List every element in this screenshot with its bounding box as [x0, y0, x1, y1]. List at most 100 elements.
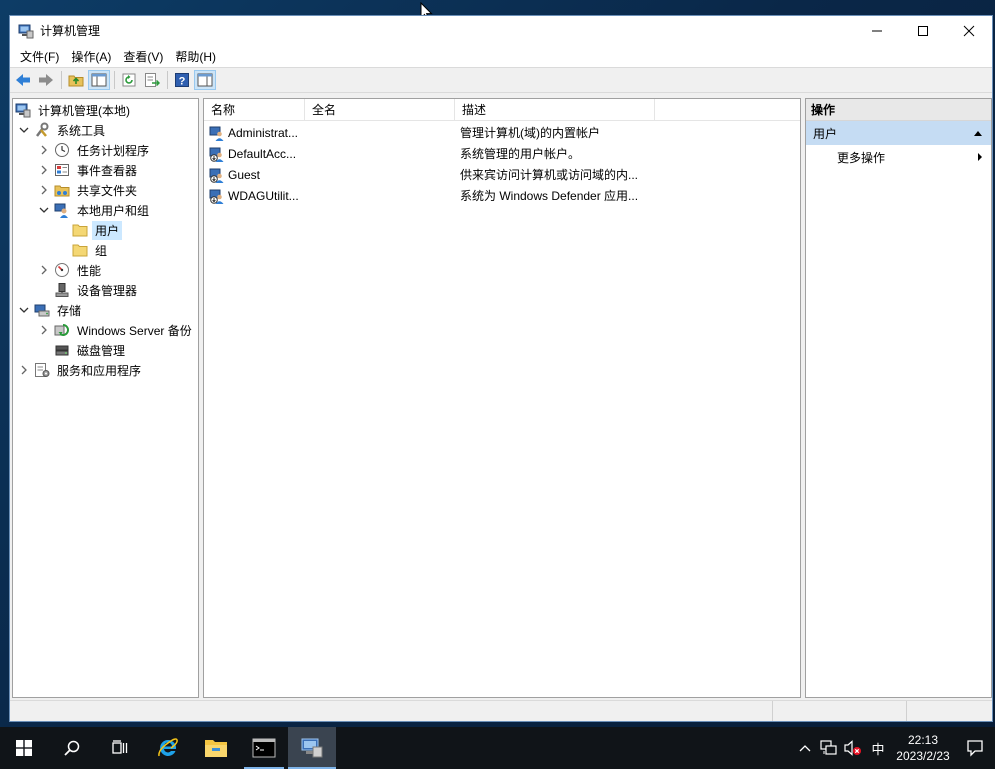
up-folder-icon: [68, 75, 84, 87]
tree-item-storage[interactable]: 存储: [17, 300, 84, 320]
title-bar[interactable]: 计算机管理: [10, 16, 992, 45]
tree-item-task-scheduler[interactable]: 任务计划程序: [37, 140, 152, 160]
maximize-button[interactable]: [900, 16, 946, 45]
list-row[interactable]: Administrat... 管理计算机(域)的内置帐户: [204, 122, 800, 143]
more-actions-item[interactable]: 更多操作: [806, 145, 991, 169]
chevron-down-icon[interactable]: [17, 123, 31, 137]
actions-section-label: 用户: [813, 126, 838, 141]
search-button[interactable]: [48, 727, 96, 769]
disk-icon: [54, 342, 70, 358]
volume-tray-button[interactable]: [841, 727, 865, 769]
clock[interactable]: 22:13 2023/2/23: [891, 732, 955, 764]
tree-item-services-apps[interactable]: 服务和应用程序: [17, 360, 144, 380]
minimize-button[interactable]: [854, 16, 900, 45]
chevron-right-icon[interactable]: [37, 183, 51, 197]
task-view-button[interactable]: [96, 727, 144, 769]
back-button[interactable]: [12, 70, 34, 90]
tree-label: 共享文件夹: [77, 183, 138, 198]
tree-item-performance[interactable]: 性能: [37, 260, 104, 280]
actions-pane: 操作 用户 更多操作: [805, 98, 992, 698]
users-list[interactable]: 名称 全名 描述 Administrat... 管理计算机(域)的内置帐户 De…: [203, 98, 801, 698]
chevron-down-icon[interactable]: [37, 203, 51, 217]
action-center-button[interactable]: [955, 727, 995, 769]
menu-help[interactable]: 帮助(H): [169, 46, 222, 67]
tree-item-groups[interactable]: 组: [55, 240, 110, 260]
list-row[interactable]: WDAGUtilit... 系统为 Windows Defender 应用...: [204, 185, 800, 206]
tree-label: 本地用户和组: [77, 203, 150, 218]
refresh-button[interactable]: [118, 70, 140, 90]
help-button[interactable]: ?: [171, 70, 193, 90]
tree-item-event-viewer[interactable]: 事件查看器: [37, 160, 140, 180]
windows-logo-icon: [16, 740, 32, 756]
svg-text:?: ?: [179, 76, 186, 88]
taskbar-command-prompt[interactable]: [240, 727, 288, 769]
disabled-user-icon: [209, 189, 224, 204]
export-list-button[interactable]: [141, 70, 163, 90]
submenu-arrow-icon: [978, 153, 982, 161]
tree-label: 任务计划程序: [77, 143, 150, 158]
forward-button[interactable]: [35, 70, 57, 90]
close-button[interactable]: [946, 16, 992, 45]
user-description: 管理计算机(域)的内置帐户: [460, 126, 600, 140]
chevron-down-icon[interactable]: [17, 303, 31, 317]
command-prompt-icon: [252, 738, 276, 758]
menu-file[interactable]: 文件(F): [14, 46, 65, 67]
toolbar-separator: [61, 71, 62, 89]
up-level-button[interactable]: [65, 70, 87, 90]
start-button[interactable]: [0, 727, 48, 769]
tree-item-users[interactable]: 用户: [55, 220, 123, 240]
computer-management-icon: [15, 102, 31, 118]
show-hidden-icons-button[interactable]: [793, 727, 817, 769]
toolbar-separator: [114, 71, 115, 89]
window-title: 计算机管理: [40, 24, 101, 38]
tree-label: 计算机管理(本地): [38, 103, 130, 118]
tree-item-root[interactable]: 计算机管理(本地): [15, 100, 133, 120]
action-pane-icon: [197, 73, 213, 87]
backup-icon: [54, 322, 70, 338]
status-segment: [10, 701, 773, 721]
menu-view[interactable]: 查看(V): [117, 46, 169, 67]
tree-item-local-users-groups[interactable]: 本地用户和组: [37, 200, 152, 220]
tree-label: 用户: [92, 220, 123, 240]
collapse-up-icon[interactable]: [973, 129, 983, 137]
console-tree[interactable]: 计算机管理(本地) 系统工具 任务计划程序 事件查看器 共享文件夹 本地用户和组: [12, 98, 199, 698]
menu-action[interactable]: 操作(A): [65, 46, 117, 67]
chevron-right-icon[interactable]: [37, 323, 51, 337]
notification-icon: [967, 740, 983, 757]
chevron-right-icon[interactable]: [17, 363, 31, 377]
input-method-button[interactable]: 中: [865, 727, 891, 769]
tree-item-windows-server-backup[interactable]: Windows Server 备份: [37, 320, 195, 340]
taskbar-file-explorer[interactable]: [192, 727, 240, 769]
taskbar-computer-management[interactable]: [288, 727, 336, 769]
disabled-user-icon: [209, 147, 224, 162]
tree-label: Windows Server 备份: [77, 323, 192, 338]
computer-management-icon: [18, 24, 34, 38]
show-hide-action-pane-button[interactable]: [194, 70, 216, 90]
chevron-right-icon[interactable]: [37, 163, 51, 177]
column-header-description[interactable]: 描述: [455, 99, 655, 120]
clock-icon: [54, 142, 70, 158]
status-segment: [907, 701, 992, 721]
tree-item-shared-folders[interactable]: 共享文件夹: [37, 180, 140, 200]
list-row[interactable]: Guest 供来宾访问计算机或访问域的内...: [204, 164, 800, 185]
tree-item-system-tools[interactable]: 系统工具: [17, 120, 108, 140]
tree-label: 组: [95, 243, 108, 258]
column-header-fullname[interactable]: 全名: [305, 99, 455, 120]
chevron-right-icon[interactable]: [37, 263, 51, 277]
actions-section-users[interactable]: 用户: [806, 121, 991, 145]
storage-icon: [34, 302, 50, 318]
tree-item-disk-management[interactable]: 磁盘管理: [37, 340, 128, 360]
show-hide-tree-button[interactable]: [88, 70, 110, 90]
column-header-name[interactable]: 名称: [204, 99, 305, 120]
chevron-right-icon[interactable]: [37, 143, 51, 157]
internet-explorer-icon: [158, 738, 178, 757]
tree-item-device-manager[interactable]: 设备管理器: [37, 280, 140, 300]
help-icon: ?: [175, 73, 189, 88]
taskbar-internet-explorer[interactable]: [144, 727, 192, 769]
tree-label: 磁盘管理: [77, 343, 126, 358]
taskbar: 中 22:13 2023/2/23: [0, 727, 995, 769]
network-tray-button[interactable]: [817, 727, 841, 769]
tree-label: 存储: [57, 303, 82, 318]
list-row[interactable]: DefaultAcc... 系统管理的用户帐户。: [204, 143, 800, 164]
